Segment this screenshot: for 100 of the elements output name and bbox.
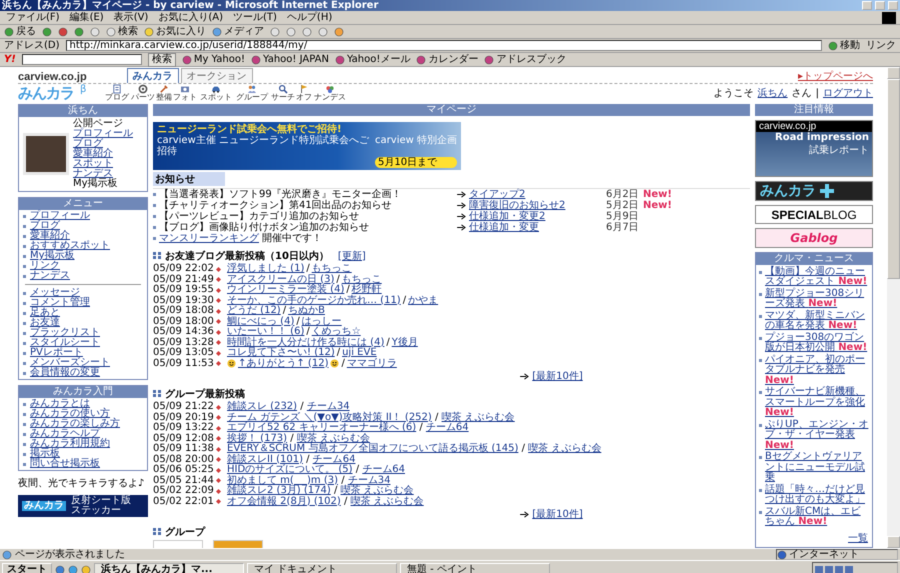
post-link[interactable]: オフ会情報 2(8月) (102) (227, 496, 341, 506)
guide-link[interactable]: 問い合せ掲示板 (30, 459, 100, 469)
profile-link[interactable]: プロフィール (73, 128, 133, 139)
post-link[interactable]: 雑談スレ (232) (227, 401, 298, 412)
author-link[interactable]: もちっこ (342, 274, 382, 285)
post-link[interactable]: どうだ (12) (227, 306, 281, 316)
start-button[interactable]: スタート (2, 562, 52, 573)
menu-link[interactable]: お友達 (30, 318, 60, 328)
guide-link[interactable]: みんカラヘルプ (30, 429, 100, 439)
group-link[interactable]: 喫茶 えぶらむ会 (442, 412, 515, 422)
menu-item[interactable]: お気に入り(A) (156, 12, 225, 24)
menu-link[interactable]: スタイルシート (30, 338, 100, 348)
post-link[interactable]: ↑ありがとう↑ (12) (238, 358, 328, 369)
address-field[interactable]: http://minkara.carview.co.jp/userid/188844/my/ (66, 40, 822, 51)
special-blog-banner[interactable]: SPECIALBLOG (755, 204, 873, 224)
menu-link[interactable]: メッセージ (30, 288, 80, 298)
news-link[interactable]: 【動画】今週のニュースダイジェスト New! (765, 266, 869, 288)
post-link[interactable]: 雑談スレII (101) (227, 454, 303, 464)
group-link[interactable]: チーム64 (426, 422, 469, 433)
post-link[interactable]: 初めまして m(_ _)m (3) (227, 474, 338, 486)
site-tab[interactable]: オークション (180, 68, 253, 83)
nav-item[interactable]: フォト (173, 84, 198, 102)
group-link[interactable]: 喫茶 えぶらむ会 (350, 496, 424, 506)
nav-item[interactable]: オフ (296, 84, 312, 102)
menu-item[interactable]: 表示(V) (112, 12, 150, 24)
profile-link[interactable]: 愛車紹介 (73, 148, 113, 159)
menu-link[interactable]: コメント管理 (30, 298, 90, 308)
user-link[interactable]: 浜ちん (758, 86, 788, 100)
toolbar-link[interactable]: Yahoo! JAPAN (262, 54, 329, 66)
author-link[interactable]: はっしー (302, 316, 342, 327)
ad-banner[interactable]: ニュージーランド試乗会へ無料でご招待! carview主催 ニュージーランド特別試乗会へご招待 carview 特別企画 5月10日まで (153, 122, 461, 170)
taskbar-button[interactable]: 浜ちん【みんカラ】マ... (94, 562, 244, 573)
menu-link[interactable]: リンク (30, 261, 60, 271)
menu-link[interactable]: 足あと (30, 308, 60, 318)
refresh-link[interactable]: [更新] (338, 248, 366, 262)
more-link[interactable]: [最新10件] (532, 509, 583, 520)
gablog-banner[interactable]: Gablog (755, 228, 873, 248)
search-button[interactable]: 検索 (148, 52, 176, 66)
menu-item[interactable]: ツール(T) (231, 12, 279, 24)
search-button[interactable]: 検索 (118, 26, 138, 38)
nav-item[interactable]: ブログ (105, 84, 130, 102)
author-link[interactable]: もちっこ (312, 264, 352, 274)
news-link[interactable]: 話題「時々…だけど見つけ出すのも大変よ」 (765, 484, 869, 506)
nav-item[interactable]: グループ (236, 84, 268, 102)
post-link[interactable]: いたーい！！ (6) (227, 327, 304, 338)
post-link[interactable]: ウインリーミラー塗装 (4) (227, 285, 344, 296)
group-link[interactable]: チーム64 (312, 454, 356, 464)
logout-link[interactable]: ログアウト (823, 86, 873, 100)
author-link[interactable]: Y後月 (392, 338, 418, 348)
road-impression-banner[interactable]: carview.co.jp Road impression 試乗レポート (755, 120, 873, 177)
news-link[interactable]: パイオニア、初のポータブルナビを発売 New! (765, 354, 869, 386)
menu-link[interactable]: PVレポート (30, 348, 83, 358)
author-link[interactable]: かやま (408, 296, 438, 306)
notice-link[interactable]: タイアップ2 (469, 189, 526, 200)
site-tab[interactable]: みんカラ (126, 68, 179, 83)
scrollbar[interactable] (887, 67, 900, 548)
nav-item[interactable]: 整備 (156, 84, 172, 102)
menu-item[interactable]: ヘルプ(H) (284, 12, 334, 24)
group-link[interactable]: チーム34 (348, 474, 390, 486)
menu-link[interactable]: ブログ (30, 221, 60, 231)
profile-link[interactable]: ナンデス (73, 168, 113, 179)
search-field[interactable] (22, 54, 142, 65)
news-link[interactable]: 新型プジョー308シリーズ発表 New! (765, 288, 869, 310)
guide-link[interactable]: みんカラの楽しみ方 (30, 419, 120, 429)
group-link[interactable]: チーム34 (306, 401, 350, 412)
post-link[interactable]: 挨拶！ (173) (227, 432, 288, 444)
group-link[interactable]: 喫茶 えぶらむ会 (296, 432, 370, 444)
go-button[interactable]: 移動 (840, 40, 860, 52)
author-link[interactable]: くめっち☆ (312, 327, 361, 338)
post-link[interactable]: アイスクリームの日 (3) (227, 274, 334, 285)
guide-link[interactable]: みんカラの使い方 (30, 409, 110, 419)
more-link[interactable]: 一覧 (848, 532, 868, 544)
author-link[interactable]: 杉野軒 (352, 285, 382, 296)
nav-item[interactable]: ナンデス (314, 84, 346, 102)
author-link[interactable]: uji EVE (342, 348, 377, 358)
profile-link[interactable]: スポット (73, 158, 113, 169)
news-link[interactable]: マツダ、新型ミニバンの車名を発表 New! (765, 310, 869, 332)
post-link[interactable]: 鯛にべにっ (4) (227, 316, 294, 327)
news-link[interactable]: ぷりUP、エンジン・オブ・ザ・イヤー発表 New! (765, 420, 869, 452)
menu-link[interactable]: 会員情報の変更 (30, 368, 100, 378)
post-link[interactable]: コレ見て下さ〜い! (12) (227, 348, 335, 358)
guide-link[interactable]: 掲示板 (30, 449, 60, 459)
back-button[interactable]: 戻る (16, 26, 36, 38)
media-button[interactable]: メディア (224, 26, 264, 38)
post-link[interactable]: 時間計を一人分だけ作る時には (4) (227, 338, 384, 348)
news-link[interactable]: Bセグメントヴァリアントにニューモデル試乗 (765, 452, 869, 484)
nav-item[interactable]: スポット (200, 84, 232, 102)
menu-link[interactable]: ナンデス (30, 271, 70, 281)
post-link[interactable]: チーム ガテンズ ＼(▼o▼)攻略対策 II！ (252) (227, 412, 432, 422)
menu-link[interactable]: 愛車紹介 (30, 231, 70, 241)
toolbar-link[interactable]: アドレスブック (496, 54, 566, 66)
post-link[interactable]: エブリイ52 62 キャリーオーナー様へ (6) (227, 422, 416, 433)
post-link[interactable]: HIDのサイズについて。 (5) (227, 464, 353, 475)
menu-item[interactable]: 編集(E) (68, 12, 106, 24)
taskbar-button[interactable]: 無題 - ペイント (400, 562, 550, 573)
menu-link[interactable]: ブラックリスト (30, 328, 100, 338)
nav-item[interactable]: サーチ (271, 84, 296, 102)
post-link[interactable]: 雑談スレ2 (3月) (174) (227, 485, 331, 496)
notice-link[interactable]: 仕様追加・変更2 (469, 211, 546, 222)
group-link[interactable]: 喫茶 えぶらむ会 (340, 485, 414, 496)
